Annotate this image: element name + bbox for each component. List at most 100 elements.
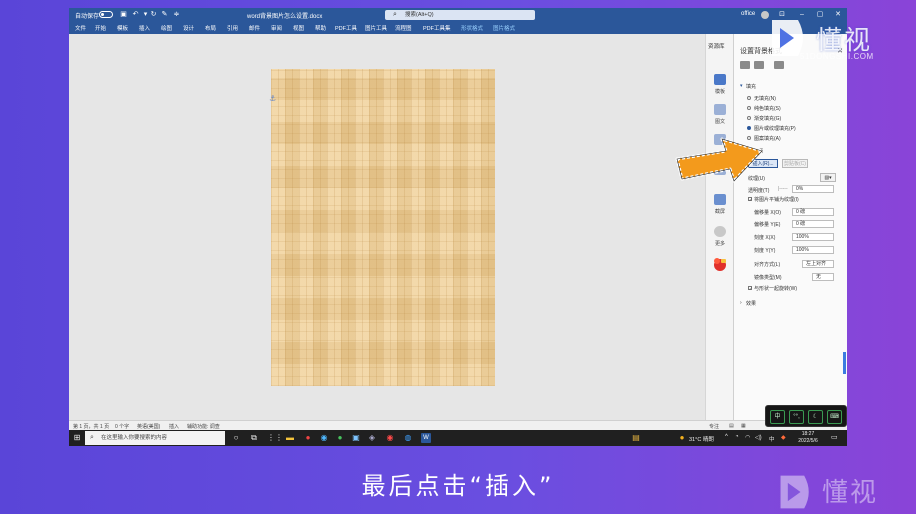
- effects-tab-icon[interactable]: [754, 61, 764, 69]
- offset-y-field[interactable]: 0 磅: [792, 220, 834, 228]
- ime-indicator[interactable]: 中: [769, 435, 775, 443]
- windows-start-icon[interactable]: ⊞: [72, 433, 82, 443]
- tab-references[interactable]: 引用: [227, 24, 238, 32]
- mirror-select[interactable]: 无: [812, 273, 834, 281]
- weather-text[interactable]: 31°C 晴朗: [689, 435, 714, 443]
- scale-x-field[interactable]: 100%: [792, 233, 834, 241]
- clock-date[interactable]: 2022/5/6: [791, 438, 825, 444]
- tab-picture-format[interactable]: 图片格式: [493, 24, 515, 32]
- undo-icon[interactable]: ↶: [131, 10, 140, 19]
- wifi-icon[interactable]: ◠: [745, 434, 750, 441]
- insert-mode[interactable]: 插入: [169, 423, 179, 430]
- fill-collapse-icon[interactable]: ▾: [740, 83, 743, 89]
- tab-mailings[interactable]: 邮件: [249, 24, 260, 32]
- tab-templates[interactable]: 模板: [117, 24, 128, 32]
- customize-toolbar-icon[interactable]: ≑: [172, 10, 181, 19]
- solid-fill-radio[interactable]: [747, 106, 751, 110]
- tab-insert[interactable]: 插入: [139, 24, 150, 32]
- tab-file[interactable]: 文件: [75, 24, 86, 32]
- effects-expand-icon[interactable]: ›: [740, 300, 742, 306]
- app-icon[interactable]: ◈: [367, 433, 377, 443]
- read-mode-icon[interactable]: ▤: [729, 423, 734, 429]
- picture-tab-icon[interactable]: [774, 61, 784, 69]
- rotate-with-shape-checkbox[interactable]: ✓: [748, 286, 752, 291]
- store-icon[interactable]: ▣: [351, 433, 361, 443]
- clock-time[interactable]: 18:27: [791, 431, 825, 437]
- taskbar-search-input[interactable]: ⌕ 在这里输入你要搜索的内容: [85, 431, 225, 445]
- close-icon[interactable]: ✕: [831, 10, 845, 20]
- word-app-icon[interactable]: W: [421, 433, 431, 443]
- ime-moon-button[interactable]: ☾: [808, 410, 823, 424]
- page-count[interactable]: 第 1 页，共 1 页: [73, 423, 109, 430]
- weather-icon: ●: [679, 433, 685, 442]
- qq-icon[interactable]: ●: [303, 433, 313, 443]
- picture-fill-radio[interactable]: [747, 126, 751, 130]
- task-view-icon[interactable]: ⧉: [249, 433, 259, 443]
- ime-chinese-button[interactable]: 中: [770, 410, 785, 424]
- tab-help[interactable]: 帮助: [315, 24, 326, 32]
- ime-punctuation-button[interactable]: °°,: [789, 410, 804, 424]
- save-icon[interactable]: ▣: [119, 10, 128, 19]
- more-icon[interactable]: [714, 226, 726, 237]
- tab-pdf-tools[interactable]: PDF工具: [335, 24, 357, 32]
- search-input[interactable]: ⌕ 搜索(Alt+Q): [385, 10, 535, 20]
- tab-view[interactable]: 视图: [293, 24, 304, 32]
- wechat-icon[interactable]: ●: [335, 433, 345, 443]
- windows-taskbar: ⊞ ⌕ 在这里输入你要搜索的内容 ○ ⧉ ⋮⋮ ▬ ● ◉ ● ▣ ◈ ◉ ◍ …: [69, 430, 847, 446]
- video-subtitle: 最后点击“插入”: [361, 472, 555, 500]
- cortana-icon[interactable]: ○: [231, 433, 241, 443]
- tab-flowchart[interactable]: 流程图: [395, 24, 412, 32]
- align-select[interactable]: 左上对齐: [802, 260, 834, 268]
- word-count[interactable]: 0 个字: [115, 423, 129, 430]
- transparency-slider[interactable]: |-----: [778, 186, 788, 192]
- gradient-fill-radio[interactable]: [747, 116, 751, 120]
- tab-home[interactable]: 开始: [95, 24, 106, 32]
- tab-pdf-toolset[interactable]: PDF工具集: [423, 24, 451, 32]
- tile-checkbox[interactable]: ✓: [748, 197, 752, 202]
- offset-x-field[interactable]: 0 磅: [792, 208, 834, 216]
- document-canvas[interactable]: ⚓: [69, 34, 705, 420]
- tab-shape-format[interactable]: 形状格式: [461, 24, 483, 32]
- maximize-icon[interactable]: ▢: [813, 10, 827, 20]
- tab-picture-tools[interactable]: 图片工具: [365, 24, 387, 32]
- focus-mode[interactable]: 专注: [709, 423, 719, 430]
- effects-section-title[interactable]: 效果: [746, 300, 756, 307]
- fill-section-title[interactable]: 填充: [746, 83, 756, 90]
- tray-chevron-icon[interactable]: ^: [725, 434, 728, 440]
- redo-icon[interactable]: ↻: [149, 10, 158, 19]
- format-background-pane: 设置背景格式 ✕ ▾ 填充 无填充(N) 纯色填充(S) 渐变填充(G) 图片或…: [733, 34, 847, 420]
- file-explorer-icon[interactable]: ▬: [285, 433, 295, 443]
- texture-picker-button[interactable]: ▨▾: [820, 173, 836, 182]
- browser-icon[interactable]: ◍: [403, 433, 413, 443]
- tab-review[interactable]: 审阅: [271, 24, 282, 32]
- scale-y-field[interactable]: 100%: [792, 246, 834, 254]
- document-page[interactable]: [271, 69, 495, 386]
- tab-design[interactable]: 设计: [183, 24, 194, 32]
- resource-panel-title[interactable]: 资源库: [708, 42, 725, 50]
- apps-grid-icon[interactable]: ⋮⋮: [267, 433, 283, 443]
- clipboard-button[interactable]: 剪贴板(C): [782, 159, 808, 168]
- notification-icon[interactable]: ▭: [831, 433, 838, 441]
- print-layout-icon[interactable]: ▦: [741, 423, 746, 429]
- format-painter-icon[interactable]: ✎: [160, 10, 169, 19]
- no-fill-radio[interactable]: [747, 96, 751, 100]
- picture-text-icon[interactable]: [714, 104, 726, 115]
- tab-draw[interactable]: 绘图: [161, 24, 172, 32]
- template-icon[interactable]: [714, 74, 726, 85]
- scrollbar-thumb[interactable]: [843, 352, 846, 374]
- ime-keyboard-button[interactable]: ⌨: [827, 410, 842, 424]
- volume-icon[interactable]: ◁): [755, 434, 762, 441]
- language-status[interactable]: 英语(美国): [137, 423, 160, 430]
- fill-tab-icon[interactable]: [740, 61, 750, 69]
- antivirus-icon[interactable]: ◆: [781, 434, 786, 441]
- red-envelope-icon[interactable]: [711, 256, 729, 272]
- transparency-field[interactable]: 0%: [792, 185, 834, 193]
- screenshot-icon[interactable]: [714, 194, 726, 205]
- network-icon[interactable]: ◔: [735, 434, 739, 440]
- autosave-toggle[interactable]: [99, 11, 113, 18]
- record-icon[interactable]: ◉: [385, 433, 395, 443]
- tray-app-icon[interactable]: ▤: [631, 433, 641, 443]
- tab-layout[interactable]: 布局: [205, 24, 216, 32]
- edge-icon[interactable]: ◉: [319, 433, 329, 443]
- accessibility-status[interactable]: 辅助功能: 调查: [187, 423, 220, 430]
